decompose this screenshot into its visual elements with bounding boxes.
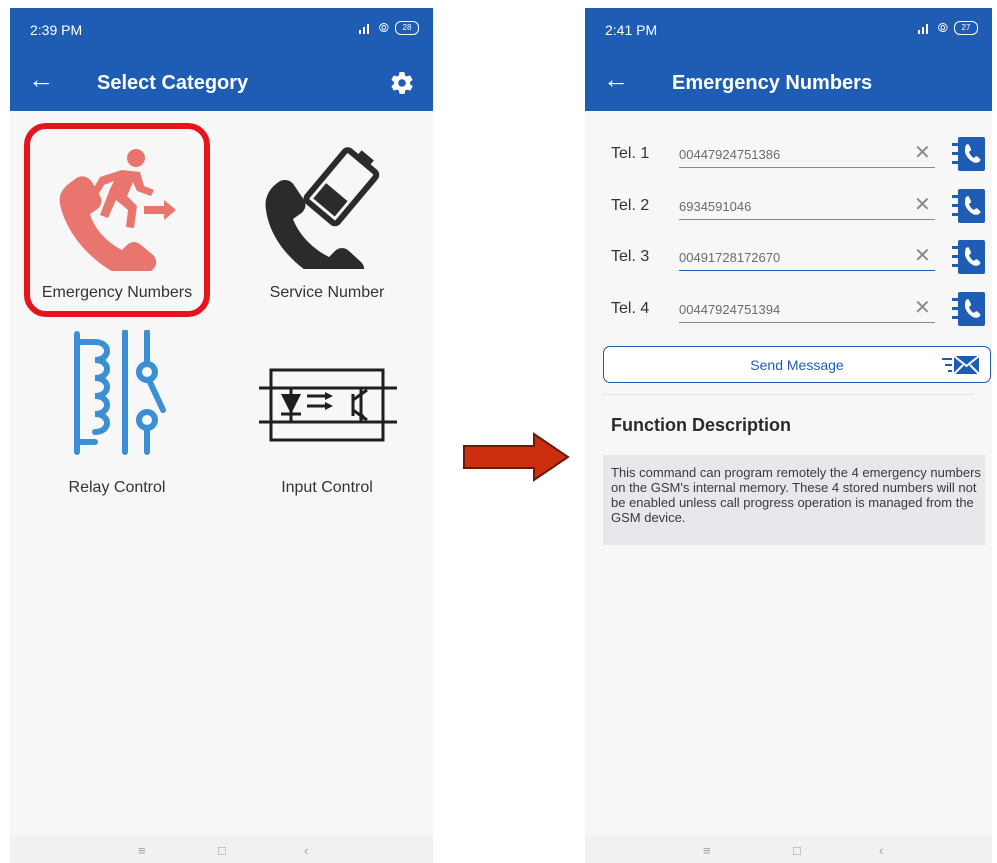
battery-icon: 27 xyxy=(954,21,978,35)
send-message-label: Send Message xyxy=(750,357,844,373)
function-description-title: Function Description xyxy=(611,415,791,435)
status-time: 2:41 PM xyxy=(605,22,658,38)
clear-icon[interactable]: ✕ xyxy=(914,246,931,266)
status-icons: ⦾ 27 xyxy=(917,20,978,35)
clear-icon[interactable]: ✕ xyxy=(914,298,931,318)
page-title: Emergency Numbers xyxy=(672,72,873,94)
send-mail-icon xyxy=(942,355,980,375)
phonebook-call-icon[interactable] xyxy=(952,240,985,274)
app-bar: ← Emergency Numbers xyxy=(585,52,992,111)
phonebook-call-icon[interactable] xyxy=(952,189,985,223)
clear-icon[interactable]: ✕ xyxy=(914,143,931,163)
phone-battery-icon xyxy=(265,147,380,269)
tel-2-input[interactable] xyxy=(679,193,935,220)
home-nav-icon[interactable]: □ xyxy=(218,843,226,858)
tile-service-number[interactable]: Service Number xyxy=(242,138,412,303)
tel-row-4: Tel. 4 ✕ xyxy=(609,292,992,332)
phonebook-call-icon[interactable] xyxy=(952,292,985,326)
gear-icon[interactable] xyxy=(389,70,415,96)
tile-emergency-numbers[interactable]: Emergency Numbers xyxy=(32,138,202,303)
send-message-button[interactable]: Send Message xyxy=(603,346,991,383)
tile-input-control[interactable]: Input Control xyxy=(242,326,412,496)
battery-icon: 28 xyxy=(395,21,419,35)
status-bar: 2:39 PM ⦾ 28 xyxy=(10,8,433,52)
home-nav-icon[interactable]: □ xyxy=(793,843,801,858)
system-nav-bar: ≡ □ ‹ xyxy=(585,835,992,863)
tel-label: Tel. 2 xyxy=(611,197,650,214)
tile-label: Emergency Numbers xyxy=(41,284,193,301)
menu-nav-icon[interactable]: ≡ xyxy=(138,843,146,858)
tel-row-3: Tel. 3 ✕ xyxy=(609,240,992,280)
tel-label: Tel. 3 xyxy=(611,248,650,265)
tile-label: Input Control xyxy=(281,479,373,496)
clear-icon[interactable]: ✕ xyxy=(914,195,931,215)
tel-row-2: Tel. 2 ✕ xyxy=(609,189,992,229)
optocoupler-icon xyxy=(259,368,397,442)
emergency-call-icon xyxy=(59,149,176,271)
menu-nav-icon[interactable]: ≡ xyxy=(703,843,711,858)
wifi-icon: ⦾ xyxy=(937,20,948,35)
divider xyxy=(603,394,974,395)
transition-arrow-icon xyxy=(463,432,570,482)
relay-icon xyxy=(74,330,166,455)
tile-label: Relay Control xyxy=(68,479,166,496)
status-bar: 2:41 PM ⦾ 27 xyxy=(585,8,992,52)
phonebook-call-icon[interactable] xyxy=(952,137,985,171)
signal-icon xyxy=(358,22,373,34)
tel-label: Tel. 1 xyxy=(611,145,650,162)
back-nav-icon[interactable]: ‹ xyxy=(879,843,883,858)
emergency-numbers-screen: 2:41 PM ⦾ 27 ← Emergency Numbers Tel. 1 … xyxy=(585,8,992,863)
back-arrow-icon[interactable]: ← xyxy=(28,66,54,92)
tile-label: Service Number xyxy=(269,284,385,301)
tile-relay-control[interactable]: Relay Control xyxy=(32,326,202,496)
page-title: Select Category xyxy=(97,72,249,94)
app-bar: ← Select Category xyxy=(10,52,433,111)
tel-3-input[interactable] xyxy=(679,244,935,271)
select-category-screen: 2:39 PM ⦾ 28 ← Select Category Emergency… xyxy=(10,8,433,863)
status-icons: ⦾ 28 xyxy=(358,20,419,35)
tel-label: Tel. 4 xyxy=(611,300,650,317)
system-nav-bar: ≡ □ ‹ xyxy=(10,835,433,863)
signal-icon xyxy=(917,22,932,34)
status-time: 2:39 PM xyxy=(30,22,83,38)
tel-4-input[interactable] xyxy=(679,296,935,323)
back-nav-icon[interactable]: ‹ xyxy=(304,843,308,858)
function-description-text: This command can program remotely the 4 … xyxy=(603,455,985,545)
wifi-icon: ⦾ xyxy=(378,20,389,35)
tel-row-1: Tel. 1 ✕ xyxy=(609,137,992,177)
back-arrow-icon[interactable]: ← xyxy=(603,66,629,92)
tel-1-input[interactable] xyxy=(679,141,935,168)
